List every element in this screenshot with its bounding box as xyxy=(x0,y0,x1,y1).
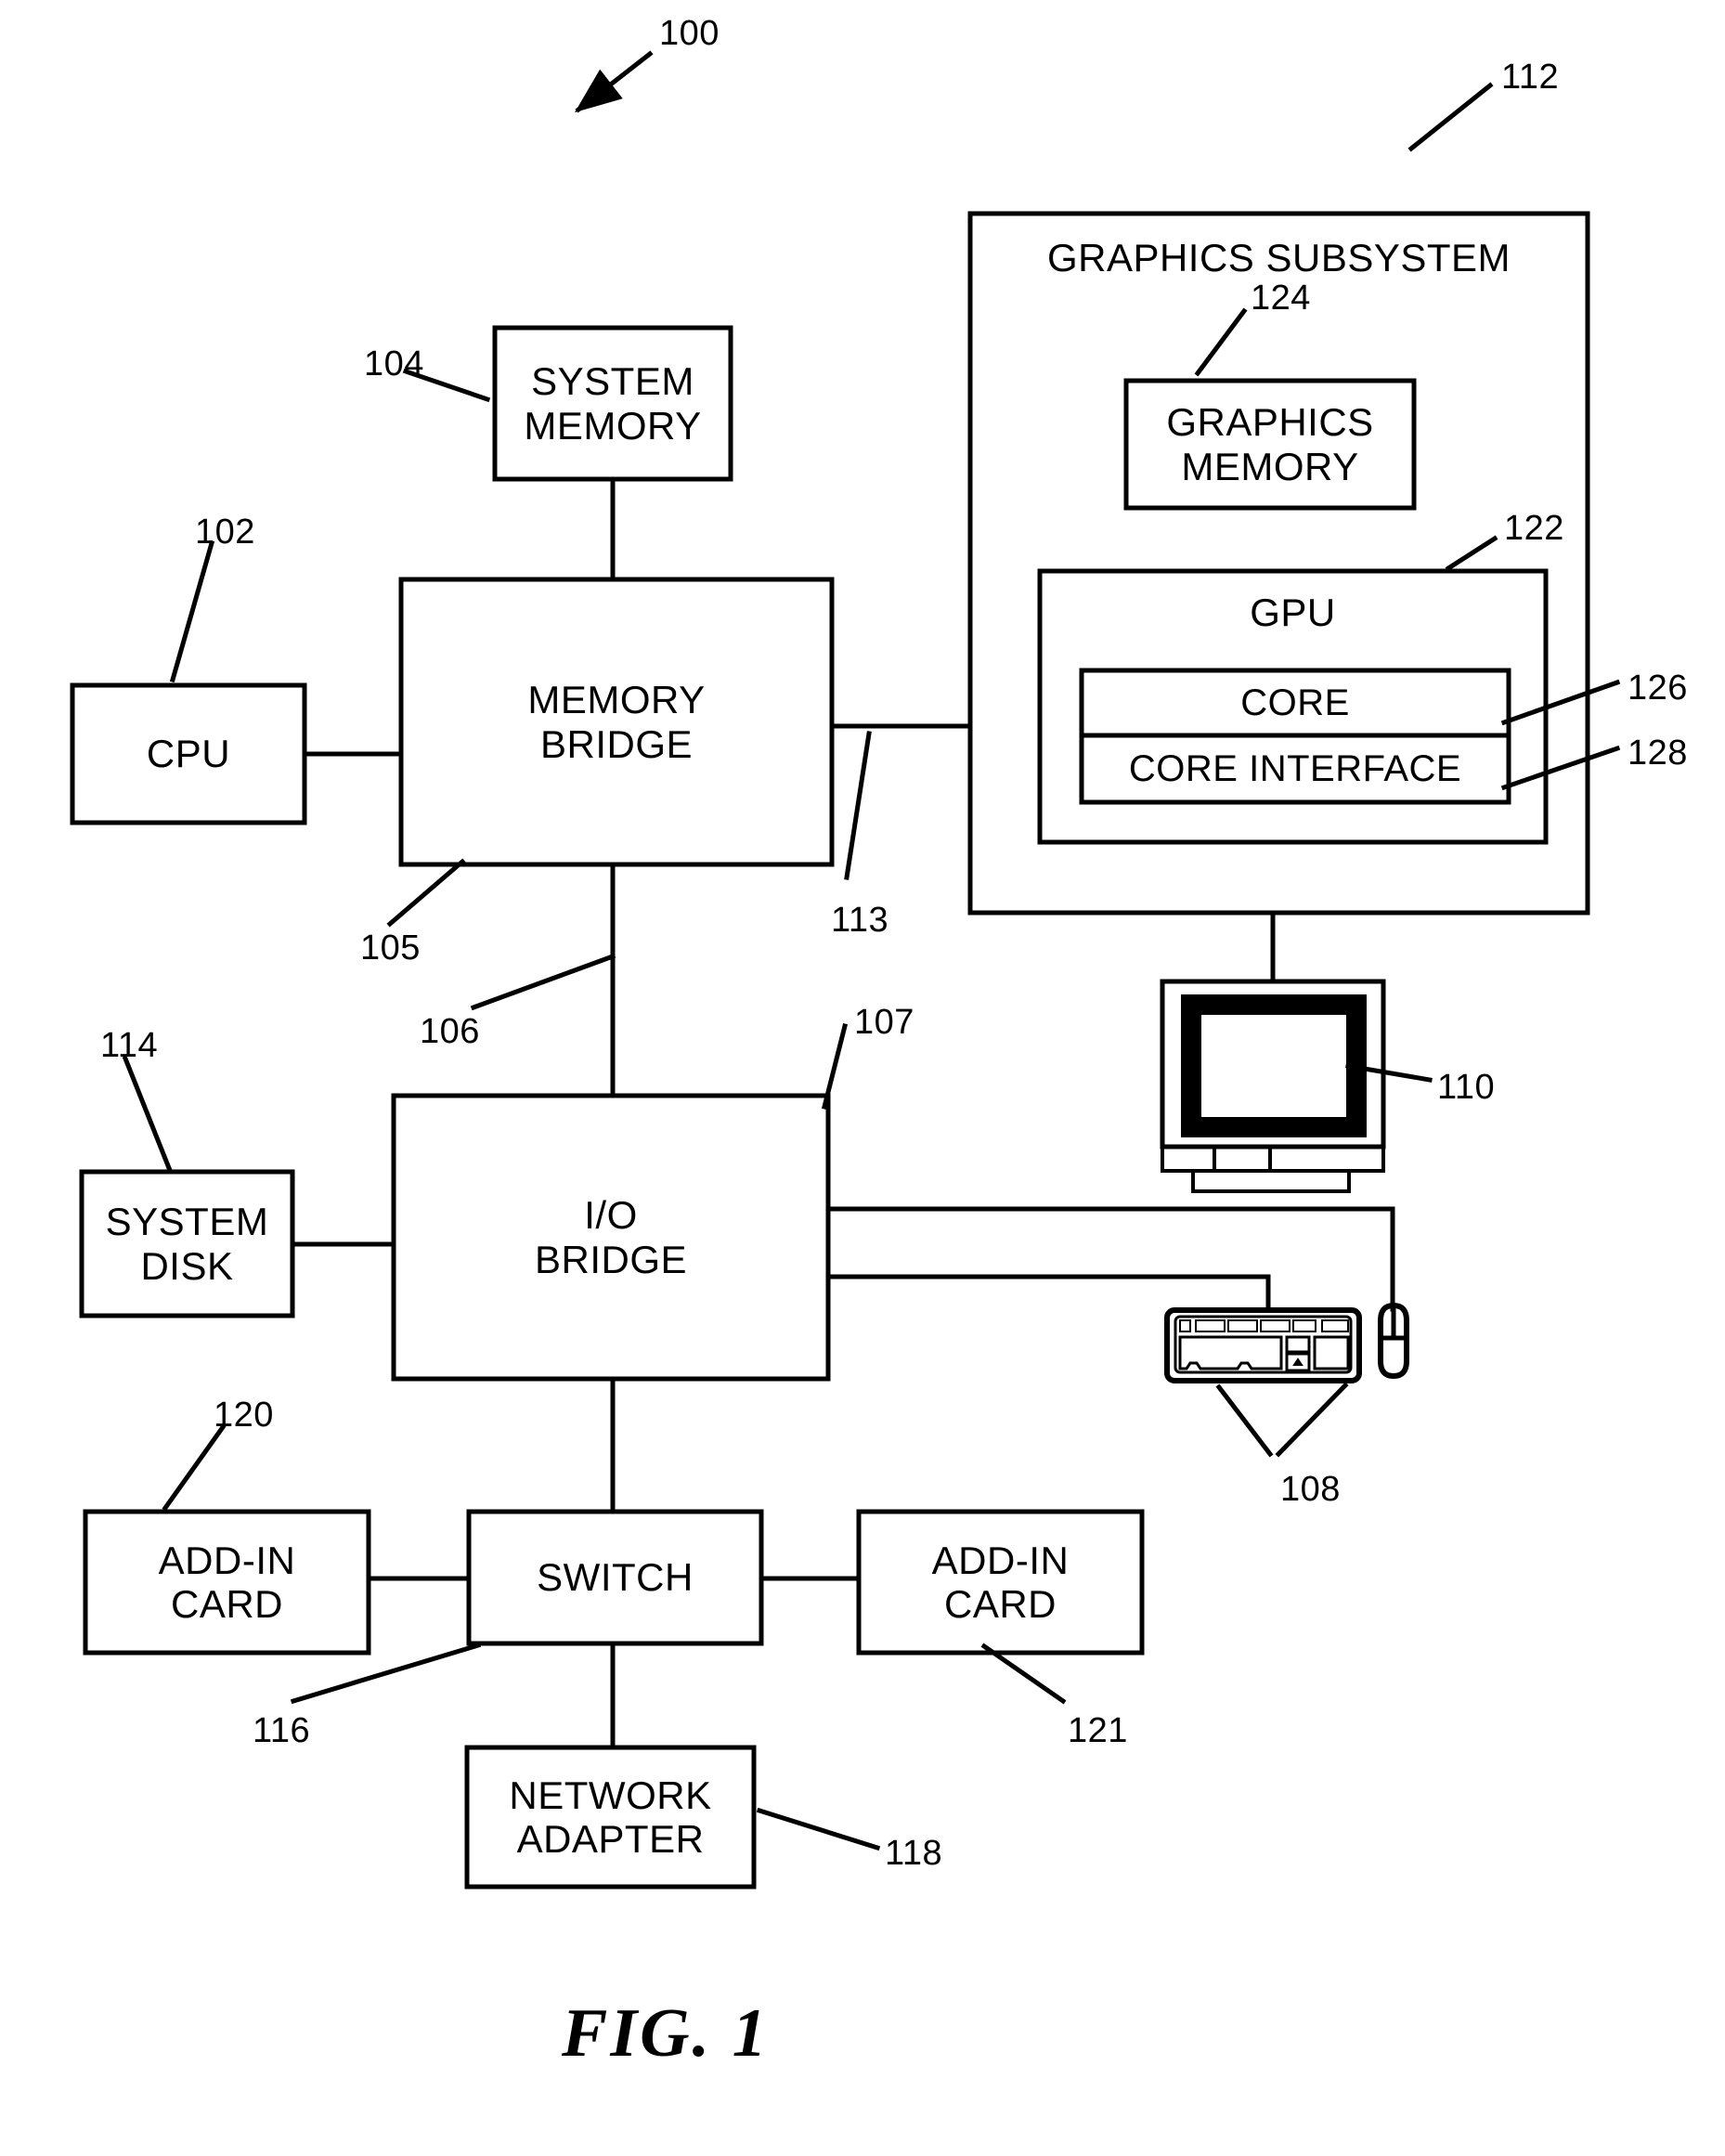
ref-118-network-adapter: 118 xyxy=(885,1834,943,1873)
leader-108-keyboard xyxy=(1215,1383,1274,1458)
keyboard xyxy=(1164,1307,1362,1383)
display-monitor xyxy=(1160,979,1386,1193)
ref-105-cpu-link: 105 xyxy=(360,929,421,968)
ref-116-switch: 116 xyxy=(253,1711,311,1750)
add-in-card-left-box xyxy=(83,1509,371,1656)
add-in-card-right-box xyxy=(856,1509,1145,1656)
core-box xyxy=(1079,668,1511,738)
leader-107 xyxy=(821,1022,849,1110)
leader-126 xyxy=(1500,679,1621,726)
leader-102 xyxy=(169,539,215,683)
ref-122-gpu: 122 xyxy=(1504,509,1564,548)
network-adapter-box xyxy=(464,1745,757,1890)
leader-114 xyxy=(122,1055,173,1172)
ref-104-system-memory: 104 xyxy=(364,344,424,383)
ref-113-graphics-link: 113 xyxy=(831,901,889,940)
ref-126-core: 126 xyxy=(1628,669,1688,708)
ref-120-add-in-card-left: 120 xyxy=(214,1396,274,1435)
ref-102-cpu: 102 xyxy=(195,513,255,552)
ref-121-add-in-card-right: 121 xyxy=(1068,1711,1128,1750)
leader-112 xyxy=(1407,82,1494,152)
mouse xyxy=(1378,1302,1409,1380)
leader-113 xyxy=(844,731,872,880)
system-disk-box xyxy=(79,1169,295,1318)
ref-128-core-interface: 128 xyxy=(1628,734,1688,773)
memory-bridge-box xyxy=(398,577,835,867)
patent-figure-page: CPU SYSTEM MEMORY MEMORY BRIDGE I/O BRID… xyxy=(0,0,1725,2156)
ref-108-input-devices: 108 xyxy=(1280,1470,1341,1509)
cpu-box xyxy=(70,682,307,825)
ref-100-computer-system: 100 xyxy=(659,14,720,53)
ref-114-system-disk: 114 xyxy=(100,1026,159,1065)
leader-108-mouse xyxy=(1275,1382,1349,1458)
leader-122 xyxy=(1445,535,1498,572)
leader-106 xyxy=(470,953,616,1011)
system-memory-box xyxy=(492,325,733,482)
ref-112-graphics-subsystem: 112 xyxy=(1501,58,1560,97)
link-io-bridge-keyboard xyxy=(825,1274,1271,1312)
leader-124 xyxy=(1194,307,1248,377)
io-bridge-box xyxy=(391,1093,831,1382)
core-interface-box xyxy=(1079,733,1511,805)
leader-100 xyxy=(575,50,654,113)
ref-107-io-bridge: 107 xyxy=(854,1003,914,1042)
leader-120 xyxy=(162,1423,227,1512)
leader-118 xyxy=(756,1807,881,1851)
figure-caption: FIG. 1 xyxy=(562,1995,770,2072)
switch-box xyxy=(466,1509,764,1646)
graphics-memory-box xyxy=(1123,378,1417,511)
ref-124-graphics-memory: 124 xyxy=(1251,279,1311,318)
leader-128 xyxy=(1500,745,1621,791)
ref-110-display: 110 xyxy=(1437,1068,1496,1107)
leader-105 xyxy=(386,858,466,928)
link-io-bridge-mouse xyxy=(825,1206,1395,1312)
ref-106-bridge-link: 106 xyxy=(420,1012,480,1051)
